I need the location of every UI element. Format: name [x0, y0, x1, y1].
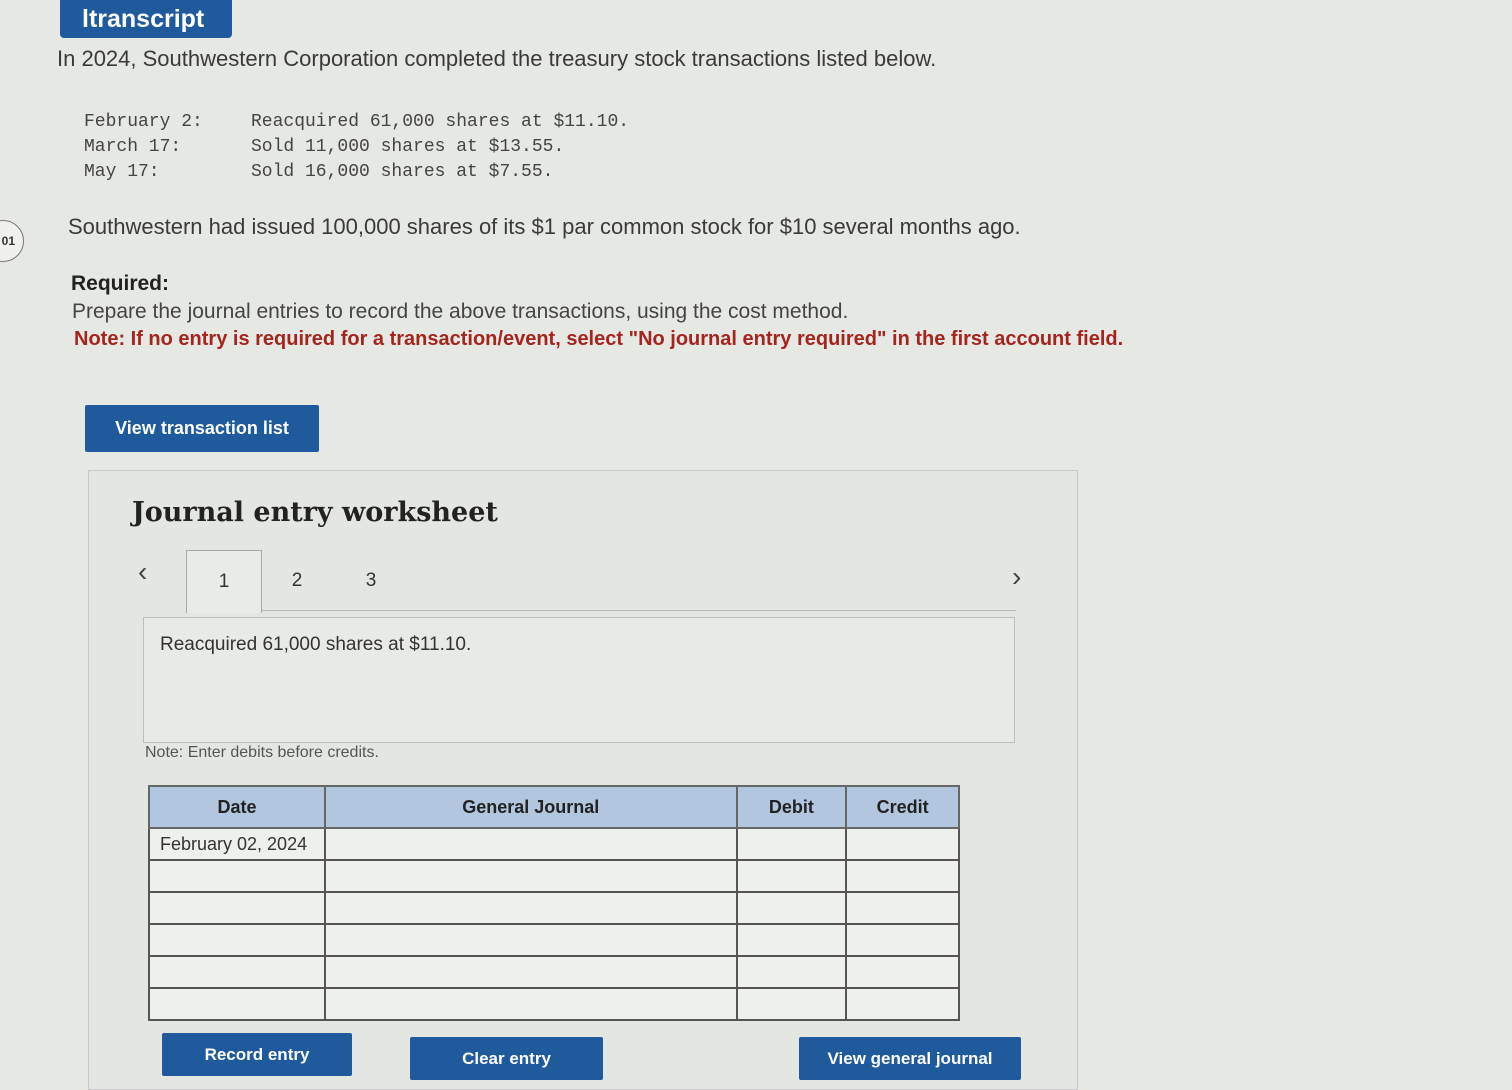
account-cell[interactable]: [323, 923, 738, 957]
debits-note: Note: Enter debits before credits.: [145, 744, 379, 761]
credit-cell[interactable]: [845, 955, 960, 989]
debit-header: Debit: [735, 785, 848, 829]
debit-cell[interactable]: [735, 923, 848, 957]
issued-text: Southwestern had issued 100,000 shares o…: [68, 214, 1021, 239]
view-transaction-list-button[interactable]: View transaction list: [85, 405, 319, 452]
general-journal-header: General Journal: [323, 785, 738, 829]
date-cell[interactable]: [148, 891, 326, 925]
required-text: Prepare the journal entries to record th…: [72, 300, 849, 323]
account-cell[interactable]: [323, 827, 738, 861]
transaction-description: Reacquired 61,000 shares at $11.10.: [160, 634, 472, 655]
transaction-date: February 2:: [84, 112, 203, 132]
record-entry-button[interactable]: Record entry: [162, 1033, 352, 1076]
account-cell[interactable]: [323, 955, 738, 989]
tab-label: 2: [291, 569, 303, 591]
transaction-summary: February 2: Reacquired 61,000 shares at …: [84, 110, 629, 185]
table-row: [148, 859, 960, 893]
required-note: Note: If no entry is required for a tran…: [74, 328, 1124, 350]
transaction-desc: Reacquired 61,000 shares at $11.10.: [251, 112, 630, 132]
date-cell[interactable]: [148, 859, 326, 893]
credit-header: Credit: [845, 785, 960, 829]
transaction-desc: Sold 11,000 shares at $13.55.: [251, 137, 565, 157]
transaction-desc: Sold 16,000 shares at $7.55.: [251, 162, 554, 182]
account-cell[interactable]: [323, 859, 738, 893]
transcript-button[interactable]: ltranscript: [60, 0, 232, 38]
debit-cell[interactable]: [735, 859, 848, 893]
account-cell[interactable]: [323, 891, 738, 925]
worksheet-title: Journal entry worksheet: [132, 497, 498, 528]
date-header: Date: [148, 785, 326, 829]
debit-cell[interactable]: [735, 955, 848, 989]
transaction-row: February 2: Reacquired 61,000 shares at …: [84, 110, 629, 135]
transaction-row: May 17: Sold 16,000 shares at $7.55.: [84, 160, 629, 185]
table-row: [148, 987, 960, 1021]
tab-1[interactable]: 1: [186, 550, 262, 613]
date-cell[interactable]: [148, 955, 326, 989]
tab-label: 1: [218, 571, 230, 592]
transaction-date: May 17:: [84, 162, 160, 182]
account-cell[interactable]: [323, 987, 738, 1021]
credit-cell[interactable]: [845, 891, 960, 925]
tab-label: 3: [365, 569, 377, 591]
tab-2[interactable]: 2: [260, 550, 334, 611]
credit-cell[interactable]: [845, 923, 960, 957]
view-general-journal-button[interactable]: View general journal: [799, 1037, 1021, 1080]
required-title: Required:: [71, 272, 170, 295]
chevron-right-icon[interactable]: ›: [1012, 561, 1021, 593]
intro-text: In 2024, Southwestern Corporation comple…: [57, 46, 937, 71]
chevron-left-icon[interactable]: ‹: [138, 556, 147, 588]
tab-3[interactable]: 3: [334, 550, 408, 611]
journal-entry-table: Date General Journal Debit Credit Februa…: [148, 785, 960, 1021]
credit-cell[interactable]: [845, 987, 960, 1021]
date-cell[interactable]: February 02, 2024: [148, 827, 326, 861]
clear-entry-button[interactable]: Clear entry: [410, 1037, 603, 1080]
date-cell[interactable]: [148, 987, 326, 1021]
debit-cell[interactable]: [735, 891, 848, 925]
debit-cell[interactable]: [735, 827, 848, 861]
table-row: [148, 955, 960, 989]
question-number: 01: [1, 234, 15, 248]
table-row: [148, 923, 960, 957]
question-number-badge[interactable]: 01: [0, 220, 24, 262]
credit-cell[interactable]: [845, 827, 960, 861]
transaction-date: March 17:: [84, 137, 182, 157]
date-cell[interactable]: [148, 923, 326, 957]
credit-cell[interactable]: [845, 859, 960, 893]
debit-cell[interactable]: [735, 987, 848, 1021]
table-row: [148, 891, 960, 925]
table-row: February 02, 2024: [148, 827, 960, 861]
transaction-row: March 17: Sold 11,000 shares at $13.55.: [84, 135, 629, 160]
